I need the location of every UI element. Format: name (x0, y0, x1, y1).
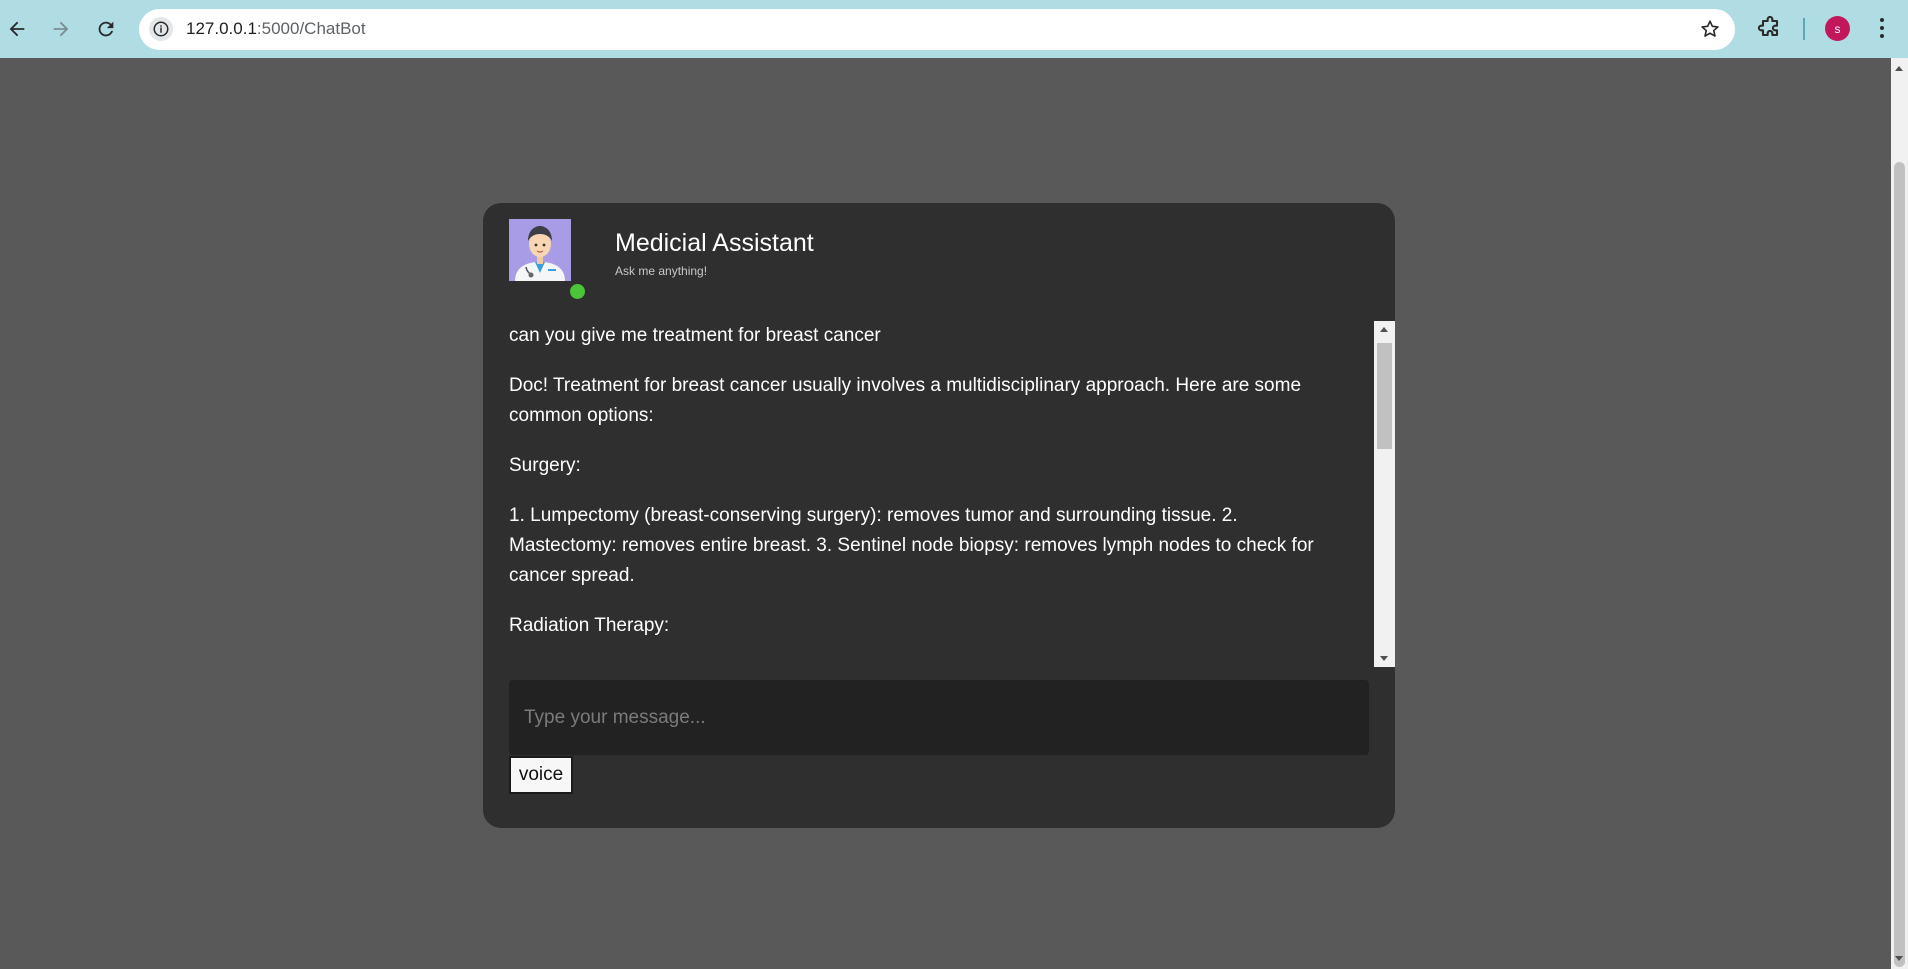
chat-card: Medicial Assistant Ask me anything! can … (483, 203, 1395, 828)
profile-avatar[interactable]: s (1825, 16, 1850, 41)
page-scroll-thumb[interactable] (1894, 162, 1905, 967)
scroll-down-arrow[interactable] (1895, 956, 1903, 961)
page-scrollbar[interactable] (1891, 58, 1908, 969)
forward-icon[interactable] (45, 13, 77, 45)
chat-messages: can you give me treatment for breast can… (509, 321, 1347, 671)
extensions-icon[interactable] (1756, 14, 1784, 42)
site-info-icon[interactable] (149, 17, 173, 41)
chat-subtitle: Ask me anything! (615, 264, 708, 278)
menu-dots-icon[interactable] (1871, 15, 1893, 41)
reload-icon[interactable] (90, 13, 122, 45)
chat-scroll-up-arrow[interactable] (1380, 327, 1388, 332)
message-input[interactable] (509, 680, 1369, 755)
browser-toolbar: 127.0.0.1:5000/ChatBot s (0, 0, 1908, 58)
toolbar-separator (1803, 18, 1805, 40)
voice-button[interactable]: voice (509, 756, 573, 794)
bot-message: Radiation Therapy: (509, 615, 670, 636)
doctor-icon (509, 219, 571, 281)
chat-title: Medicial Assistant (615, 229, 814, 257)
bot-message: 1. Lumpectomy (breast-conserving surgery… (509, 505, 1314, 586)
scroll-up-arrow[interactable] (1895, 66, 1903, 71)
back-icon[interactable] (1, 13, 33, 45)
url-path: :5000/ChatBot (256, 19, 366, 38)
chat-scrollbar[interactable] (1374, 321, 1395, 667)
address-bar[interactable]: 127.0.0.1:5000/ChatBot (139, 9, 1735, 50)
user-message: can you give me treatment for breast can… (509, 325, 881, 346)
bot-message: Surgery: (509, 455, 581, 476)
url-text: 127.0.0.1:5000/ChatBot (186, 19, 366, 39)
bot-message: Doc! Treatment for breast cancer usually… (509, 375, 1302, 426)
bookmark-star-icon[interactable] (1699, 18, 1721, 40)
doctor-avatar (509, 219, 571, 281)
chat-scroll-thumb[interactable] (1377, 343, 1392, 449)
online-status-dot (568, 282, 587, 301)
chat-scroll-down-arrow[interactable] (1380, 656, 1388, 661)
url-host: 127.0.0.1 (186, 19, 257, 38)
